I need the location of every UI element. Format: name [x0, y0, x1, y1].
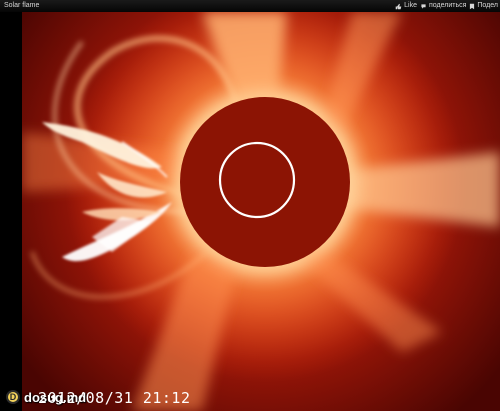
toolbar-actions: Like поделиться Подел [395, 0, 500, 12]
share-icon [421, 3, 426, 9]
share-label: поделиться [428, 2, 467, 9]
window-title: Solar flame [4, 2, 40, 9]
bookmark-icon [470, 3, 475, 9]
solar-corona-image [22, 12, 500, 411]
more-share-button[interactable]: Подел [469, 0, 498, 12]
occulter-disk [180, 97, 350, 267]
like-label: Like [404, 2, 417, 9]
title-bar: Solar flame Like поделиться Подел [0, 0, 500, 12]
thumbs-up-icon [395, 3, 402, 9]
corona-graphic [22, 12, 500, 411]
more-share-label: Подел [477, 2, 498, 9]
image-timestamp: 2012/08/31 21:12 [38, 389, 191, 407]
like-button[interactable]: Like [395, 0, 417, 12]
dosug-logo-icon: D [6, 390, 20, 404]
share-button[interactable]: поделиться [420, 0, 466, 12]
